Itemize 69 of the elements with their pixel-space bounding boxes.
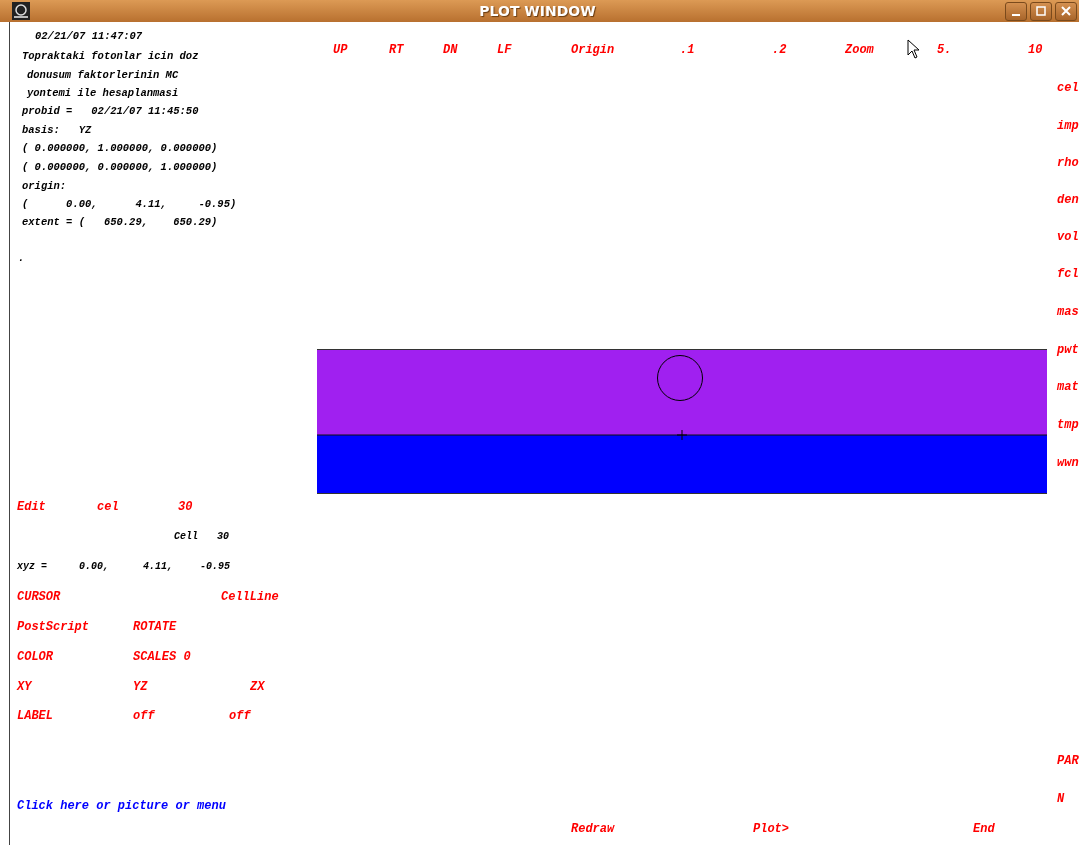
maximize-icon xyxy=(1036,6,1046,16)
cell-number: 30 xyxy=(217,530,229,544)
info-text: ( 0.000000, 1.000000, 0.000000) xyxy=(22,141,218,156)
menu-item[interactable]: XY xyxy=(17,679,32,695)
menu-item[interactable]: 10 xyxy=(1028,42,1043,58)
menu-item[interactable]: Redraw xyxy=(571,821,615,837)
menu-item[interactable]: wwn xyxy=(1057,455,1079,471)
edit-parameter[interactable]: cel xyxy=(97,499,119,515)
info-text: basis: YZ xyxy=(22,123,92,138)
menu-item[interactable]: rho xyxy=(1057,155,1079,171)
menu-item[interactable]: ZX xyxy=(250,679,265,695)
menu-item[interactable]: DN xyxy=(443,42,458,58)
menu-item[interactable]: COLOR xyxy=(17,649,53,665)
coordinate-value: 4.11, xyxy=(143,560,173,574)
edit-button[interactable]: Edit xyxy=(17,499,46,515)
info-text: origin: xyxy=(22,179,67,194)
info-text: . xyxy=(18,251,25,266)
menu-item[interactable]: mat xyxy=(1057,379,1079,395)
menu-item[interactable]: 5. xyxy=(937,42,952,58)
menu-item[interactable]: mas xyxy=(1057,304,1079,320)
edit-value[interactable]: 30 xyxy=(178,499,193,515)
menu-item[interactable]: LABEL xyxy=(17,708,53,724)
maximize-button[interactable] xyxy=(1030,1,1052,21)
menu-item[interactable]: RT xyxy=(389,42,404,58)
menu-item[interactable]: Plot> xyxy=(753,821,789,837)
menu-item[interactable]: den xyxy=(1057,192,1079,208)
info-text: yontemi ile hesaplanmasi xyxy=(27,86,179,101)
info-text: 02/21/07 11:47:07 xyxy=(35,29,143,44)
info-text: donusum faktorlerinin MC xyxy=(27,68,179,83)
menu-item[interactable]: .2 xyxy=(772,42,787,58)
menu-item[interactable]: YZ xyxy=(133,679,148,695)
menu-item[interactable]: End xyxy=(973,821,995,837)
coordinate-value: 0.00, xyxy=(79,560,109,574)
menu-item[interactable]: PAR xyxy=(1057,753,1079,769)
menu-item[interactable]: SCALES 0 xyxy=(133,649,191,665)
minimize-button[interactable] xyxy=(1005,1,1027,21)
window-title: PLOT WINDOW xyxy=(478,3,597,19)
app-icon xyxy=(12,2,30,20)
menu-item[interactable]: off xyxy=(229,708,251,724)
info-text: extent = ( 650.29, 650.29) xyxy=(22,215,218,230)
menu-item[interactable]: imp xyxy=(1057,118,1079,134)
menu-item[interactable]: Origin xyxy=(571,42,615,58)
menu-item[interactable]: CURSOR xyxy=(17,589,61,605)
menu-item[interactable]: ROTATE xyxy=(133,619,177,635)
menu-item[interactable]: tmp xyxy=(1057,417,1079,433)
cell-label: Cell xyxy=(174,530,198,544)
info-text: ( 0.00, 4.11, -0.95) xyxy=(22,197,237,212)
menu-item[interactable]: off xyxy=(133,708,155,724)
minimize-icon xyxy=(1012,13,1020,16)
menu-item[interactable]: fcl xyxy=(1057,266,1079,282)
close-icon xyxy=(1061,6,1071,16)
info-text: ( 0.000000, 0.000000, 1.000000) xyxy=(22,160,218,175)
menu-item[interactable]: .1 xyxy=(680,42,695,58)
close-button[interactable] xyxy=(1055,1,1077,21)
menu-item[interactable]: CellLine xyxy=(221,589,279,605)
info-text: Topraktaki fotonlar icin doz xyxy=(22,49,199,64)
mouse-pointer-icon xyxy=(907,39,920,59)
info-text: probid = 02/21/07 11:45:50 xyxy=(22,104,199,119)
menu-item[interactable]: LF xyxy=(497,42,512,58)
menu-item[interactable]: Zoom xyxy=(845,42,874,58)
menu-item[interactable]: vol xyxy=(1057,229,1079,245)
xyz-label: xyz = xyxy=(17,560,47,574)
menu-item[interactable]: N xyxy=(1057,791,1065,807)
coordinate-value: -0.95 xyxy=(200,560,230,574)
menu-item[interactable]: pwt xyxy=(1057,342,1079,358)
menu-item[interactable]: PostScript xyxy=(17,619,89,635)
menu-item[interactable]: cel xyxy=(1057,80,1079,96)
menu-item[interactable]: UP xyxy=(333,42,348,58)
prompt-text: Click here or picture or menu xyxy=(17,798,226,814)
